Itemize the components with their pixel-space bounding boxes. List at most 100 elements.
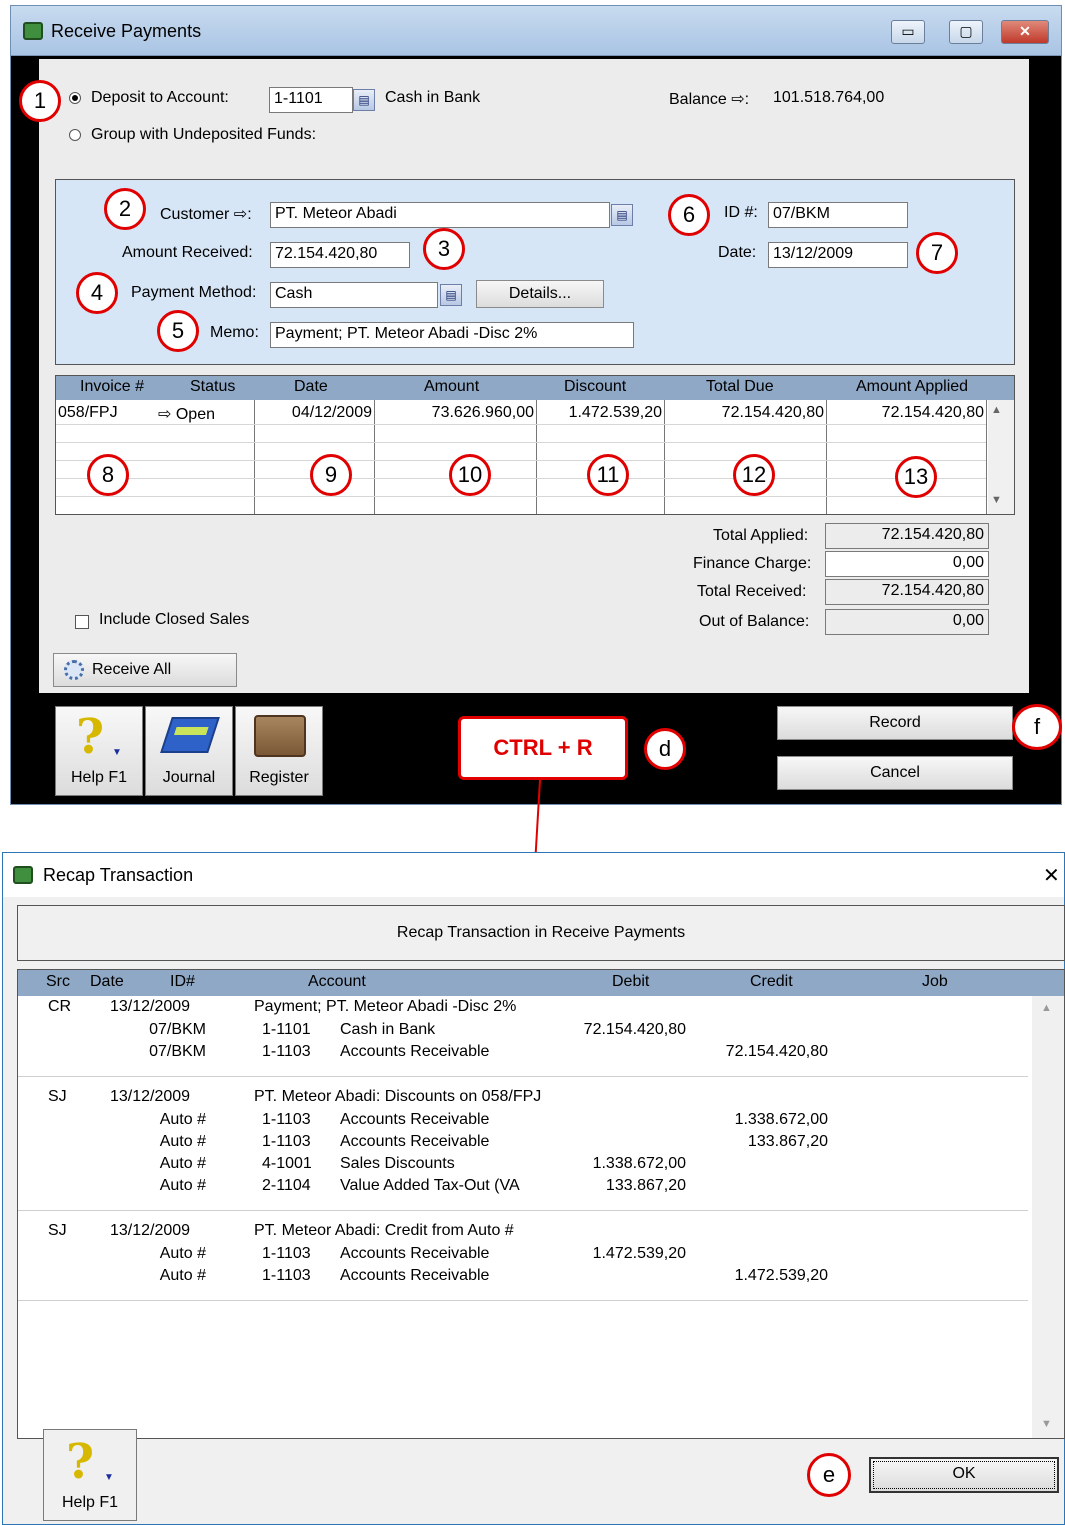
recap-close-icon[interactable]: ✕: [1043, 863, 1060, 888]
memo-field[interactable]: Payment; PT. Meteor Abadi -Disc 2%: [270, 322, 634, 348]
help-button[interactable]: ? ▼ Help F1: [55, 706, 143, 796]
payment-method-label: Payment Method:: [131, 284, 257, 301]
date-field[interactable]: 13/12/2009: [768, 242, 908, 268]
recap-account-name: Accounts Receivable: [340, 1245, 490, 1262]
rcol-debit: Debit: [612, 973, 650, 990]
group-undeposited-label: Group with Undeposited Funds:: [91, 126, 317, 143]
callout-9: 9: [310, 454, 352, 496]
minimize-button[interactable]: ▭: [891, 20, 925, 44]
recap-scroll-down-icon[interactable]: ▼: [1041, 1418, 1052, 1430]
col-discount: Discount: [564, 378, 627, 395]
grid-scrollbar[interactable]: ▲ ▼: [988, 400, 1014, 514]
row-amount-applied[interactable]: 72.154.420,80: [828, 404, 984, 422]
col-invoice: Invoice #: [80, 378, 145, 395]
shortcut-callout: CTRL + R: [458, 716, 628, 780]
recap-scroll-up-icon[interactable]: ▲: [1041, 1002, 1052, 1014]
col-date: Date: [294, 378, 328, 395]
recap-account-name: Sales Discounts: [340, 1155, 455, 1172]
include-closed-sales-label: Include Closed Sales: [99, 611, 250, 628]
receive-payments-window: Receive Payments ▭ ▢ ✕ Deposit to Accoun…: [10, 5, 1062, 805]
balance-label: Balance ⇨:: [669, 91, 750, 108]
recap-date: 13/12/2009: [110, 1088, 191, 1105]
recap-id: Auto #: [159, 1133, 206, 1150]
callout-8: 8: [87, 454, 129, 496]
recap-grid-header: Src Date ID# Account Debit Credit Job: [18, 970, 1064, 996]
out-of-balance-field: 0,00: [825, 609, 989, 635]
callout-5: 5: [157, 310, 199, 352]
recap-credit: 72.154.420,80: [725, 1043, 828, 1060]
invoice-grid-header: Invoice # Status Date Amount Discount To…: [56, 376, 1014, 400]
payment-method-dropdown-icon[interactable]: ▤: [440, 284, 462, 306]
recap-help-dropdown-icon: ▼: [104, 1472, 114, 1483]
callout-11: 11: [587, 454, 629, 496]
balance-value: 101.518.764,00: [773, 89, 885, 106]
col-amount-applied: Amount Applied: [856, 378, 969, 395]
scroll-up-icon[interactable]: ▲: [991, 404, 1002, 416]
memo-label: Memo:: [210, 324, 259, 341]
record-button[interactable]: Record: [777, 706, 1013, 740]
recap-id: Auto #: [159, 1155, 206, 1172]
amount-received-field[interactable]: 72.154.420,80: [270, 242, 410, 268]
scroll-down-icon[interactable]: ▼: [991, 494, 1002, 506]
ok-button[interactable]: OK: [869, 1457, 1059, 1493]
row-total-due: 72.154.420,80: [721, 404, 824, 421]
recap-grid: Src Date ID# Account Debit Credit Job CR…: [17, 969, 1065, 1439]
app-icon: [23, 22, 43, 40]
row-date: 04/12/2009: [291, 404, 372, 421]
id-label: ID #:: [724, 204, 758, 221]
include-closed-sales-checkbox[interactable]: [75, 615, 89, 629]
recap-account-name: Cash in Bank: [340, 1021, 436, 1038]
receive-all-button[interactable]: Receive All: [53, 653, 237, 687]
row-discount[interactable]: 1.472.539,20: [538, 404, 662, 422]
deposit-account-dropdown-icon[interactable]: ▤: [353, 89, 375, 111]
rcol-account: Account: [308, 973, 366, 990]
id-field[interactable]: 07/BKM: [768, 202, 908, 228]
recap-account-name: Value Added Tax-Out (VA: [340, 1177, 520, 1194]
recap-help-label: Help F1: [61, 1494, 119, 1511]
recap-credit: 1.472.539,20: [734, 1267, 828, 1284]
callout-1: 1: [19, 80, 61, 122]
total-received-field: 72.154.420,80: [825, 579, 989, 605]
details-button[interactable]: Details...: [476, 280, 604, 308]
journal-button[interactable]: Journal: [145, 706, 233, 796]
recap-group-separator: [18, 1300, 1028, 1301]
recap-account-no: 1-1103: [262, 1267, 311, 1284]
rcol-src: Src: [46, 973, 70, 990]
rcol-date: Date: [90, 973, 124, 990]
close-button[interactable]: ✕: [1001, 20, 1049, 44]
out-of-balance-label: Out of Balance:: [699, 613, 810, 630]
help-icon: ?: [76, 709, 105, 765]
recap-description: PT. Meteor Abadi: Discounts on 058/FPJ: [254, 1088, 542, 1105]
group-undeposited-radio[interactable]: [69, 129, 81, 141]
deposit-label: Deposit to Account:: [91, 89, 229, 106]
recap-description: Payment; PT. Meteor Abadi -Disc 2%: [254, 998, 517, 1015]
finance-charge-field[interactable]: 0,00: [825, 551, 989, 577]
receive-all-label: Receive All: [92, 661, 172, 678]
callout-f: f: [1012, 704, 1062, 750]
cancel-button[interactable]: Cancel: [777, 756, 1013, 790]
row-invoice[interactable]: 058/FPJ: [58, 404, 118, 422]
recap-group-separator: [18, 1210, 1028, 1211]
maximize-button[interactable]: ▢: [949, 20, 983, 44]
amount-received-label: Amount Received:: [122, 244, 253, 261]
recap-id: Auto #: [159, 1111, 206, 1128]
receive-all-icon: [64, 660, 84, 680]
recap-caption: Recap Transaction in Receive Payments: [17, 905, 1065, 961]
payment-method-field[interactable]: Cash: [270, 282, 438, 308]
register-button[interactable]: Register: [235, 706, 323, 796]
customer-field[interactable]: PT. Meteor Abadi: [270, 202, 610, 228]
window-title: Receive Payments: [51, 21, 202, 41]
customer-dropdown-icon[interactable]: ▤: [611, 204, 633, 226]
deposit-radio[interactable]: [69, 92, 81, 104]
deposit-account-field[interactable]: 1-1101: [269, 87, 353, 113]
recap-account-no: 4-1001: [262, 1155, 312, 1172]
callout-10: 10: [449, 454, 491, 496]
recap-src: CR: [48, 998, 72, 1015]
recap-account-no: 1-1103: [262, 1133, 311, 1150]
recap-scrollbar[interactable]: ▲ ▼: [1032, 996, 1064, 1438]
recap-help-button[interactable]: ? ▼ Help F1: [43, 1429, 137, 1521]
recap-account-name: Accounts Receivable: [340, 1043, 490, 1060]
recap-group-separator: [18, 1076, 1028, 1077]
recap-debit: 1.338.672,00: [592, 1155, 686, 1172]
recap-id: Auto #: [159, 1245, 206, 1262]
